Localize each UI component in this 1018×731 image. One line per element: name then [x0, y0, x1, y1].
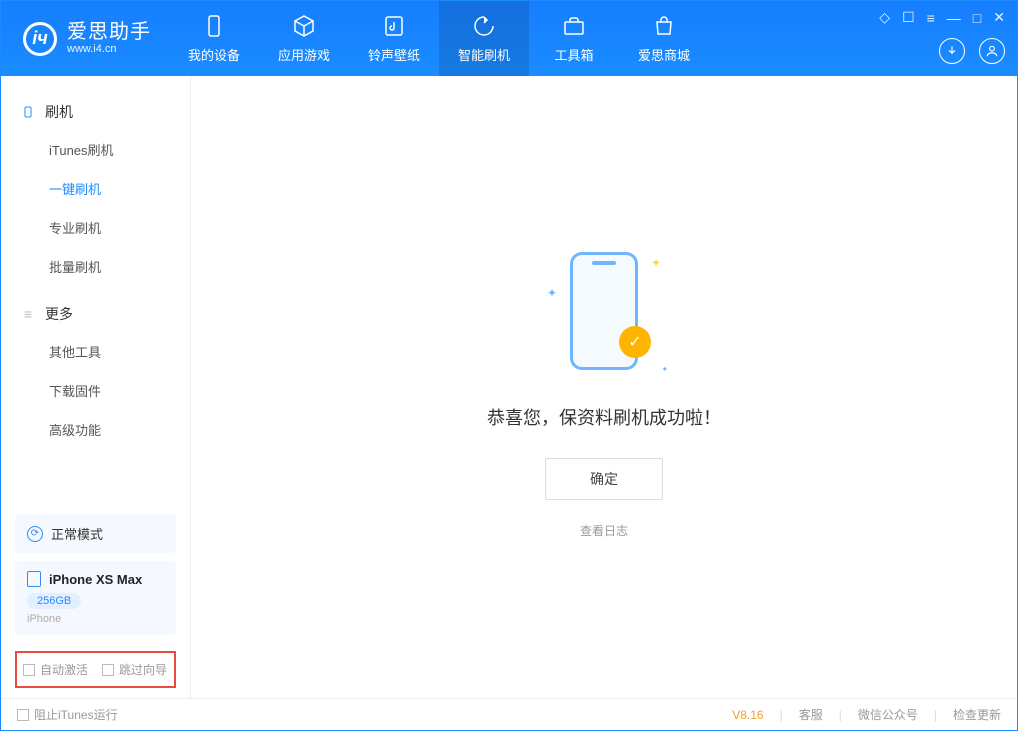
device-card[interactable]: iPhone XS Max 256GB iPhone	[15, 561, 176, 635]
tab-flash[interactable]: 智能刷机	[439, 1, 529, 76]
tab-label: 铃声壁纸	[368, 45, 420, 64]
wechat-link[interactable]: 微信公众号	[858, 706, 918, 723]
app-title: 爱思助手	[67, 21, 151, 43]
mode-box[interactable]: ⟳ 正常模式	[15, 514, 176, 553]
checkbox-block-itunes[interactable]: 阻止iTunes运行	[17, 706, 118, 723]
tshirt-icon[interactable]: ◇	[879, 9, 890, 26]
sidebar-group-flash: 刷机	[1, 94, 190, 130]
tab-ringtone[interactable]: 铃声壁纸	[349, 1, 439, 76]
app-window: iч 爱思助手 www.i4.cn 我的设备 应用游戏 铃声壁纸 智能刷机	[0, 0, 1018, 731]
options-row: 自动激活 跳过向导	[15, 651, 176, 688]
menu-icon[interactable]: ≡	[927, 10, 935, 26]
checkbox-label: 自动激活	[40, 661, 88, 678]
sidebar-item-firmware[interactable]: 下载固件	[1, 371, 190, 410]
checkbox-label: 跳过向导	[119, 661, 167, 678]
close-button[interactable]: ✕	[993, 9, 1005, 26]
group-label: 更多	[45, 304, 73, 324]
sidebar-item-batch[interactable]: 批量刷机	[1, 247, 190, 286]
tab-label: 我的设备	[188, 45, 240, 64]
sidebar-item-itunes[interactable]: iTunes刷机	[1, 130, 190, 169]
maximize-button[interactable]: □	[973, 10, 981, 26]
tab-label: 爱思商城	[638, 45, 690, 64]
sidebar: 刷机 iTunes刷机 一键刷机 专业刷机 批量刷机 ≡ 更多 其他工具 下载固…	[1, 76, 191, 698]
footer: 阻止iTunes运行 V8.16 | 客服 | 微信公众号 | 检查更新	[1, 698, 1017, 730]
device-icon	[201, 13, 227, 39]
music-icon	[381, 13, 407, 39]
feedback-icon[interactable]: ☐	[902, 9, 915, 26]
header: iч 爱思助手 www.i4.cn 我的设备 应用游戏 铃声壁纸 智能刷机	[1, 1, 1017, 76]
ok-button[interactable]: 确定	[545, 458, 663, 500]
user-icon[interactable]	[979, 38, 1005, 64]
bag-icon	[651, 13, 677, 39]
checkbox-skip-guide[interactable]: 跳过向导	[102, 661, 167, 678]
app-subtitle: www.i4.cn	[67, 43, 151, 55]
window-controls: ◇ ☐ ≡ — □ ✕	[879, 9, 1005, 26]
main-tabs: 我的设备 应用游戏 铃声壁纸 智能刷机 工具箱 爱思商城	[169, 1, 709, 76]
sparkle-icon: ✦	[547, 286, 557, 300]
checkbox-label: 阻止iTunes运行	[34, 706, 118, 723]
toolbox-icon	[561, 13, 587, 39]
tab-device[interactable]: 我的设备	[169, 1, 259, 76]
tab-store[interactable]: 爱思商城	[619, 1, 709, 76]
device-name: iPhone XS Max	[49, 572, 142, 587]
sparkle-icon: •	[663, 362, 667, 376]
header-right: ◇ ☐ ≡ — □ ✕	[879, 1, 1005, 76]
main-content: ✦ ✦ • ✓ 恭喜您，保资料刷机成功啦！ 确定 查看日志	[191, 76, 1017, 698]
mode-icon: ⟳	[27, 526, 43, 542]
cube-icon	[291, 13, 317, 39]
mode-label: 正常模式	[51, 524, 103, 543]
version-label: V8.16	[732, 708, 763, 722]
sidebar-item-oneclick[interactable]: 一键刷机	[1, 169, 190, 208]
tab-label: 应用游戏	[278, 45, 330, 64]
success-message: 恭喜您，保资料刷机成功啦！	[487, 404, 721, 430]
view-log-link[interactable]: 查看日志	[580, 522, 628, 539]
success-illustration: ✦ ✦ • ✓	[539, 236, 669, 386]
update-link[interactable]: 检查更新	[953, 706, 1001, 723]
logo: iч 爱思助手 www.i4.cn	[1, 1, 169, 76]
checkbox-icon	[102, 664, 114, 676]
minimize-button[interactable]: —	[947, 10, 961, 26]
check-badge-icon: ✓	[619, 326, 651, 358]
sidebar-item-pro[interactable]: 专业刷机	[1, 208, 190, 247]
device-type: iPhone	[27, 613, 164, 625]
sidebar-group-more: ≡ 更多	[1, 296, 190, 332]
group-label: 刷机	[45, 102, 73, 122]
list-icon: ≡	[21, 307, 35, 321]
phone-icon	[21, 105, 35, 119]
device-capacity: 256GB	[27, 593, 81, 609]
phone-outline-icon	[27, 571, 41, 587]
checkbox-icon	[17, 709, 29, 721]
body: 刷机 iTunes刷机 一键刷机 专业刷机 批量刷机 ≡ 更多 其他工具 下载固…	[1, 76, 1017, 698]
sidebar-item-other[interactable]: 其他工具	[1, 332, 190, 371]
support-link[interactable]: 客服	[799, 706, 823, 723]
tab-label: 工具箱	[554, 45, 593, 64]
sidebar-item-advanced[interactable]: 高级功能	[1, 410, 190, 449]
checkbox-auto-activate[interactable]: 自动激活	[23, 661, 88, 678]
tab-label: 智能刷机	[458, 45, 510, 64]
checkbox-icon	[23, 664, 35, 676]
refresh-icon	[471, 13, 497, 39]
sparkle-icon: ✦	[651, 256, 661, 270]
tab-tools[interactable]: 工具箱	[529, 1, 619, 76]
tab-apps[interactable]: 应用游戏	[259, 1, 349, 76]
download-icon[interactable]	[939, 38, 965, 64]
logo-icon: iч	[23, 22, 57, 56]
